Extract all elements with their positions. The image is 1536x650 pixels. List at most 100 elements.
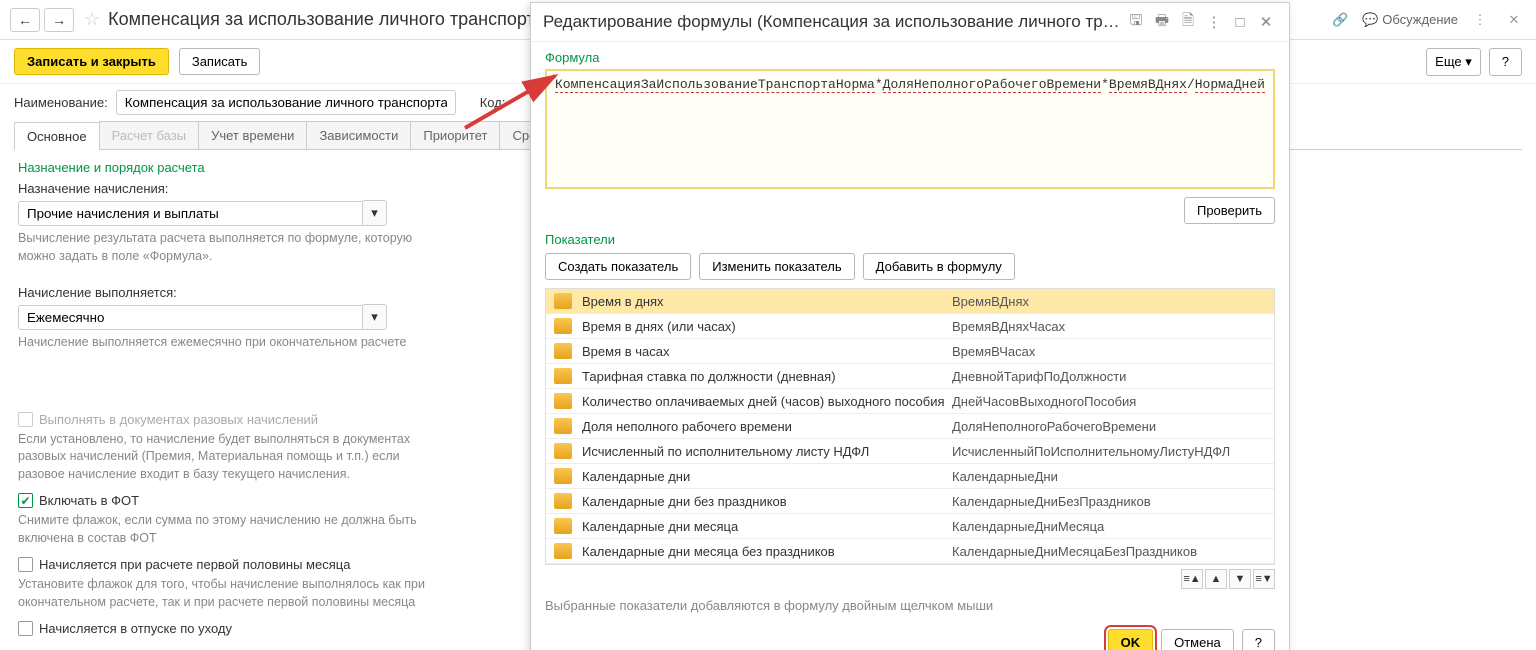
assign-dropdown-button[interactable]: ▾ xyxy=(363,200,387,226)
checkbox-include-fot[interactable]: ✔ xyxy=(18,493,33,508)
dialog-help-button[interactable]: ? xyxy=(1242,629,1275,650)
edit-indicator-button[interactable]: Изменить показатель xyxy=(699,253,854,280)
chevron-down-icon: ▾ xyxy=(371,309,378,325)
indicator-code: ВремяВЧасах xyxy=(952,344,1266,359)
tab-base[interactable]: Расчет базы xyxy=(99,121,200,149)
indicators-hint: Выбранные показатели добавляются в форму… xyxy=(545,597,1005,615)
tab-priority[interactable]: Приоритет xyxy=(410,121,500,149)
code-label: Код: xyxy=(480,95,506,110)
indicator-name: Доля неполного рабочего времени xyxy=(582,419,952,434)
indicator-name: Календарные дни xyxy=(582,469,952,484)
checkbox-leave-care[interactable] xyxy=(18,621,33,636)
indicator-code: ДоляНеполногоРабочегоВремени xyxy=(952,419,1266,434)
more-vertical-icon[interactable]: ⋮ xyxy=(1468,8,1492,32)
indicator-code: ВремяВДняхЧасах xyxy=(952,319,1266,334)
create-indicator-button[interactable]: Создать показатель xyxy=(545,253,691,280)
indicator-row[interactable]: Доля неполного рабочего времениДоляНепол… xyxy=(546,414,1274,439)
indicator-code: ВремяВДнях xyxy=(952,294,1266,309)
discussion-label: Обсуждение xyxy=(1382,12,1458,27)
indicator-row[interactable]: Время в днях (или часах)ВремяВДняхЧасах xyxy=(546,314,1274,339)
check-button[interactable]: Проверить xyxy=(1184,197,1275,224)
indicator-row[interactable]: Тарифная ставка по должности (дневная)Дн… xyxy=(546,364,1274,389)
ok-button[interactable]: OK xyxy=(1108,629,1154,650)
link-icon[interactable]: 🔗 xyxy=(1328,8,1352,32)
add-to-formula-button[interactable]: Добавить в формулу xyxy=(863,253,1015,280)
indicator-icon xyxy=(554,343,572,359)
dialog-close-icon[interactable]: ✕ xyxy=(1255,11,1277,33)
indicator-row[interactable]: Время в дняхВремяВДнях xyxy=(546,289,1274,314)
close-icon[interactable]: ✕ xyxy=(1502,8,1526,32)
perform-dropdown-button[interactable]: ▾ xyxy=(363,304,387,330)
indicator-row[interactable]: Календарные дниКалендарныеДни xyxy=(546,464,1274,489)
formula-label: Формула xyxy=(545,50,1275,65)
indicator-icon xyxy=(554,443,572,459)
checkbox-include-fot-label: Включать в ФОТ xyxy=(39,493,139,508)
checkbox-first-half-hint: Установите флажок для того, чтобы начисл… xyxy=(18,576,448,611)
indicator-row[interactable]: Календарные дни месяцаКалендарныеДниМеся… xyxy=(546,514,1274,539)
indicator-name: Исчисленный по исполнительному листу НДФ… xyxy=(582,444,952,459)
indicator-code: КалендарныеДни xyxy=(952,469,1266,484)
dialog-print-icon[interactable]: 🖶 xyxy=(1151,11,1173,33)
indicator-icon xyxy=(554,318,572,334)
save-button[interactable]: Записать xyxy=(179,48,261,75)
indicator-row[interactable]: Время в часахВремяВЧасах xyxy=(546,339,1274,364)
indicator-name: Количество оплачиваемых дней (часов) вых… xyxy=(582,394,952,409)
indicator-code: ДнейЧасовВыходногоПособия xyxy=(952,394,1266,409)
indicator-name: Календарные дни без праздников xyxy=(582,494,952,509)
indicator-icon xyxy=(554,493,572,509)
indicator-row[interactable]: Количество оплачиваемых дней (часов) вых… xyxy=(546,389,1274,414)
checkbox-one-time-docs xyxy=(18,412,33,427)
perform-select[interactable] xyxy=(18,305,363,330)
indicator-icon xyxy=(554,368,572,384)
dialog-title: Редактирование формулы (Компенсация за и… xyxy=(543,12,1121,32)
assign-hint: Вычисление результата расчета выполняетс… xyxy=(18,230,448,265)
favorite-star-icon[interactable]: ☆ xyxy=(84,9,100,30)
indicator-icon xyxy=(554,543,572,559)
indicator-row[interactable]: Календарные дни без праздниковКалендарны… xyxy=(546,489,1274,514)
dialog-report-icon[interactable]: 🗎 xyxy=(1177,11,1199,33)
nav-up-button[interactable]: ▲ xyxy=(1205,569,1227,589)
nav-back-button[interactable]: ← xyxy=(10,8,40,32)
indicator-row[interactable]: Исчисленный по исполнительному листу НДФ… xyxy=(546,439,1274,464)
dialog-more-icon[interactable]: ⋮ xyxy=(1203,11,1225,33)
indicator-icon xyxy=(554,468,572,484)
tab-time[interactable]: Учет времени xyxy=(198,121,307,149)
indicator-name: Время в днях (или часах) xyxy=(582,319,952,334)
indicator-row[interactable]: Календарные дни месяца без праздниковКал… xyxy=(546,539,1274,564)
indicator-code: КалендарныеДниМесяца xyxy=(952,519,1266,534)
checkbox-include-fot-hint: Снимите флажок, если сумма по этому начи… xyxy=(18,512,448,547)
name-input[interactable] xyxy=(116,90,456,115)
dialog-maximize-icon[interactable]: □ xyxy=(1229,11,1251,33)
more-button[interactable]: Еще ▾ xyxy=(1426,48,1481,76)
nav-down-button[interactable]: ▼ xyxy=(1229,569,1251,589)
nav-last-button[interactable]: ≡▼ xyxy=(1253,569,1275,589)
name-label: Наименование: xyxy=(14,95,108,110)
nav-first-button[interactable]: ≡▲ xyxy=(1181,569,1203,589)
indicator-name: Время в днях xyxy=(582,294,952,309)
indicator-code: КалендарныеДниМесяцаБезПраздников xyxy=(952,544,1266,559)
nav-forward-button[interactable]: → xyxy=(44,8,74,32)
help-button[interactable]: ? xyxy=(1489,48,1522,76)
indicator-name: Время в часах xyxy=(582,344,952,359)
checkbox-first-half[interactable] xyxy=(18,557,33,572)
checkbox-one-time-label: Выполнять в документах разовых начислени… xyxy=(39,412,318,427)
cancel-button[interactable]: Отмена xyxy=(1161,629,1234,650)
checkbox-leave-care-label: Начисляется в отпуске по уходу xyxy=(39,621,232,636)
tab-main[interactable]: Основное xyxy=(14,122,100,150)
indicator-icon xyxy=(554,418,572,434)
assign-select[interactable] xyxy=(18,201,363,226)
indicator-code: КалендарныеДниБезПраздников xyxy=(952,494,1266,509)
dialog-save-icon[interactable]: 🖫 xyxy=(1125,11,1147,33)
indicators-label: Показатели xyxy=(545,232,1275,247)
discussion-button[interactable]: 💬 Обсуждение xyxy=(1362,12,1458,28)
formula-textarea[interactable]: КомпенсацияЗаИспользованиеТранспортаНорм… xyxy=(545,69,1275,189)
indicator-name: Календарные дни месяца xyxy=(582,519,952,534)
save-and-close-button[interactable]: Записать и закрыть xyxy=(14,48,169,75)
indicator-code: ИсчисленныйПоИсполнительномуЛистуНДФЛ xyxy=(952,444,1266,459)
indicator-name: Тарифная ставка по должности (дневная) xyxy=(582,369,952,384)
tab-deps[interactable]: Зависимости xyxy=(306,121,411,149)
indicator-icon xyxy=(554,518,572,534)
indicator-icon xyxy=(554,293,572,309)
checkbox-first-half-label: Начисляется при расчете первой половины … xyxy=(39,557,350,572)
indicator-code: ДневнойТарифПоДолжности xyxy=(952,369,1266,384)
